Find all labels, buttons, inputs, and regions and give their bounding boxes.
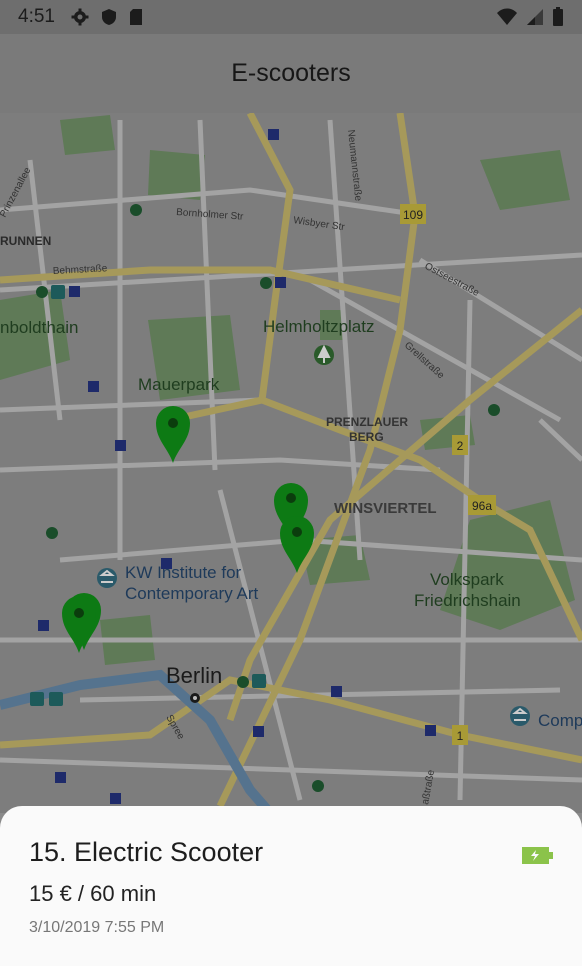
shield-icon <box>101 9 116 25</box>
scooter-detail-sheet[interactable]: 15. Electric Scooter 15 € / 60 min 3/10/… <box>0 806 582 966</box>
battery-icon <box>553 7 563 26</box>
area-label-winsviertel: WINSVIERTEL <box>334 500 437 517</box>
poi-label-kw-2: Contemporary Art <box>125 584 258 603</box>
status-time: 4:51 <box>18 6 55 27</box>
page-title: E-scooters <box>231 59 351 87</box>
scooter-date: 3/10/2019 7:55 PM <box>29 919 165 936</box>
poi-label-kw-1: KW Institute for <box>125 563 242 582</box>
road-shield-96a: 96a <box>472 499 492 513</box>
area-label-volkspark-1: Volkspark <box>430 570 504 589</box>
area-label-mauerpark: Mauerpark <box>138 375 220 394</box>
cell-signal-icon <box>527 9 543 25</box>
wifi-icon <box>497 8 517 25</box>
area-label-helmholtzplatz: Helmholtzplatz <box>263 317 375 336</box>
gear-icon <box>71 8 89 26</box>
museum-icon <box>510 706 530 726</box>
battery-full-icon <box>522 847 553 864</box>
area-label-gesundbrunnen: RUNNEN <box>0 234 51 248</box>
area-label-prenzlauer: PRENZLAUER <box>326 415 408 429</box>
poi-label-comp: Comp <box>538 711 582 730</box>
scooter-name: 15. Electric Scooter <box>29 837 264 867</box>
map-view[interactable]: Prinzenallee Bornholmer Str Wisbyer Str … <box>0 113 582 813</box>
area-label-volkspark-2: Friedrichshain <box>414 591 521 610</box>
scooter-price: 15 € / 60 min <box>29 881 157 906</box>
road-shield-109: 109 <box>403 208 423 222</box>
city-label-berlin: Berlin <box>166 663 222 688</box>
area-label-berg: BERG <box>349 430 384 444</box>
road-shield-2: 2 <box>457 439 464 453</box>
tree-icon <box>314 344 334 365</box>
museum-icon <box>97 568 117 588</box>
sd-card-icon <box>129 9 142 25</box>
status-bar: 4:51 <box>0 0 582 34</box>
area-label-humboldthain: nboldthain <box>0 318 78 337</box>
road-shield-1: 1 <box>457 729 464 743</box>
app-bar: E-scooters <box>0 34 582 113</box>
